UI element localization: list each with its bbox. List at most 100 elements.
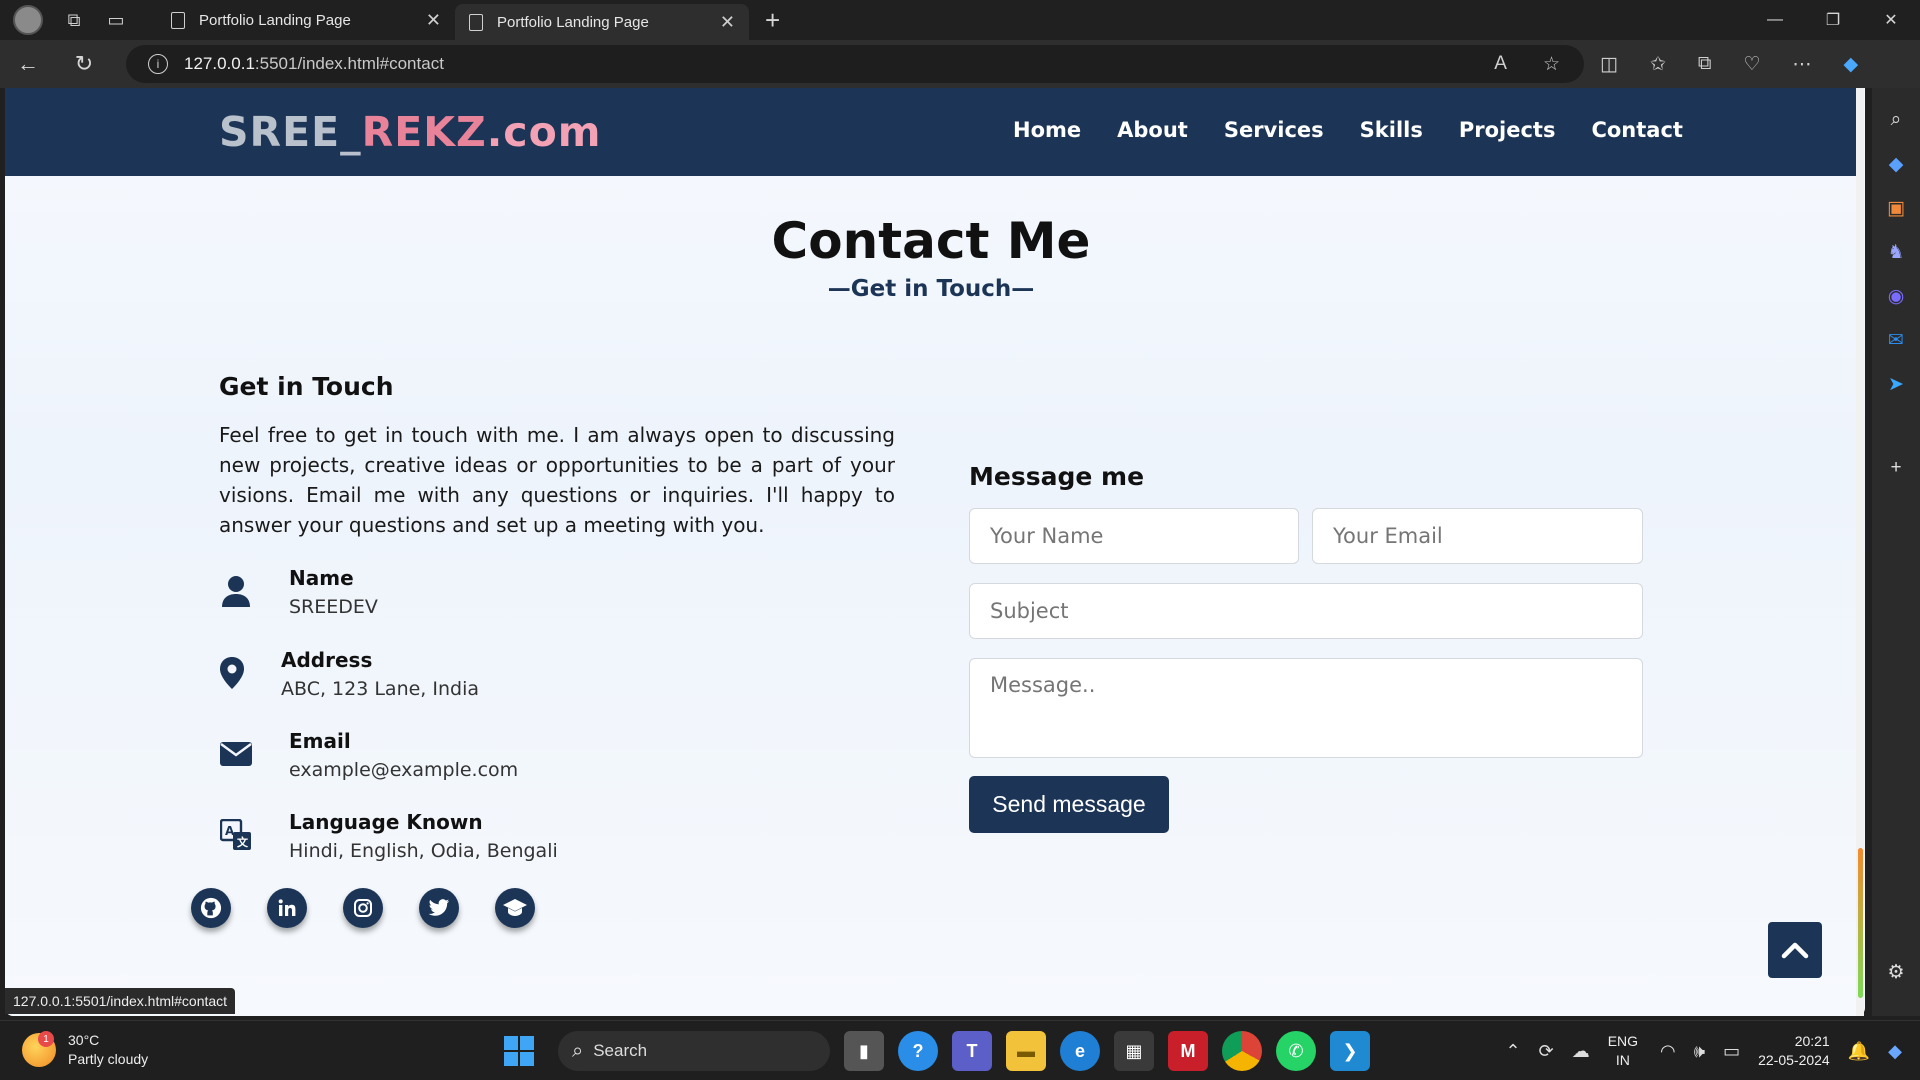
minimize-icon[interactable]: — [1746,0,1804,40]
graduation-cap-icon[interactable] [495,888,535,928]
nav-skills[interactable]: Skills [1360,118,1423,142]
tab-title: Portfolio Landing Page [497,13,649,31]
copilot-icon[interactable]: ◆ [1844,53,1859,76]
site-logo[interactable]: SREE_REKZ.com [219,108,601,156]
taskbar-search[interactable]: ⌕ Search [558,1031,830,1071]
page-icon [469,13,483,31]
new-tab-button[interactable]: + [765,5,780,36]
windows-taskbar: 1 30°C Partly cloudy ⌕ Search ▮ ? T ▬ e … [0,1020,1920,1080]
github-icon[interactable] [191,888,231,928]
url-host: 127.0.0.1 [184,54,255,73]
mcafee-icon[interactable]: M [1168,1031,1208,1071]
site-info-icon[interactable]: i [148,54,168,74]
scroll-to-top-button[interactable] [1768,922,1822,978]
partly-cloudy-icon: 1 [22,1031,56,1067]
info-label: Email [289,729,351,753]
scrollbar-thumb[interactable] [1858,848,1863,998]
info-label: Address [281,648,373,672]
contact-info-email: Email example@example.com [219,729,518,781]
add-sidebar-app-icon[interactable]: + [1884,456,1908,480]
info-label: Language Known [289,810,483,834]
weather-widget[interactable]: 1 30°C Partly cloudy [22,1031,148,1069]
onedrive-icon[interactable]: ☁ [1572,1041,1590,1062]
favorites-icon[interactable]: ✩ [1650,53,1666,76]
tab-1[interactable]: Portfolio Landing Page ✕ [157,0,455,40]
weather-temp: 30°C [68,1032,100,1048]
contact-info-address: Address ABC, 123 Lane, India [219,648,479,700]
split-screen-icon[interactable]: ◫ [1600,53,1618,76]
ms-store-icon[interactable]: ▦ [1114,1031,1154,1071]
vscode-icon[interactable]: ❯ [1330,1031,1370,1071]
tools-briefcase-icon[interactable]: ▣ [1884,196,1908,220]
more-menu-icon[interactable]: ⋯ [1793,53,1812,76]
workspaces-icon[interactable]: ⧉ [63,9,85,31]
help-app-icon[interactable]: ? [898,1031,938,1071]
search-icon[interactable]: ⌕ [1884,108,1908,132]
nav-services[interactable]: Services [1224,118,1324,142]
file-explorer-icon[interactable]: ▬ [1006,1031,1046,1071]
notification-badge: 1 [38,1031,54,1047]
read-aloud-icon[interactable]: A [1494,53,1507,76]
name-input[interactable] [969,508,1299,564]
games-icon[interactable]: ♞ [1884,240,1908,264]
message-textarea[interactable] [969,658,1643,758]
lang-line-2: IN [1615,1052,1630,1068]
twitter-icon[interactable] [419,888,459,928]
back-icon[interactable]: ← [0,51,56,77]
collections-icon[interactable]: ⧉ [1698,53,1712,75]
address-bar[interactable]: i 127.0.0.1:5501/index.html#contact A ☆ [126,45,1584,83]
chevron-up-icon[interactable]: ⌃ [1506,1041,1521,1062]
copilot-sidebar-icon[interactable]: ◉ [1884,284,1908,308]
contact-info-name: Name SREEDEV [219,566,378,618]
battery-icon[interactable]: ▭ [1723,1041,1740,1062]
volume-icon[interactable]: 🕪 [1694,1041,1705,1062]
send-icon[interactable]: ➤ [1884,372,1908,396]
site-header: SREE_REKZ.com Home About Services Skills… [5,88,1857,176]
outlook-icon[interactable]: ✉ [1884,328,1908,352]
browser-essentials-icon[interactable]: ♡ [1743,53,1760,76]
task-view-icon[interactable]: ▮ [844,1031,884,1071]
nav-about[interactable]: About [1117,118,1188,142]
edge-icon[interactable]: e [1060,1031,1100,1071]
teams-icon[interactable]: T [952,1031,992,1071]
language-icon: A文 [219,818,253,852]
tab-2-active[interactable]: Portfolio Landing Page ✕ [455,4,749,40]
notification-bell-icon[interactable]: 🔔 [1848,1041,1870,1062]
close-tab-icon[interactable]: ✕ [720,12,735,33]
user-icon [219,574,253,608]
restore-icon[interactable]: ❐ [1804,0,1862,40]
info-value: Hindi, English, Odia, Bengali [289,840,558,862]
email-input[interactable] [1312,508,1643,564]
clock[interactable]: 20:21 22-05-2024 [1758,1032,1830,1070]
favorite-star-icon[interactable]: ☆ [1543,53,1560,76]
send-message-button[interactable]: Send message [969,776,1169,833]
instagram-icon[interactable] [343,888,383,928]
subject-input[interactable] [969,583,1643,639]
tab-actions-icon[interactable]: ▭ [105,9,127,31]
section-subtitle: —Get in Touch— [827,276,1035,302]
get-in-touch-paragraph: Feel free to get in touch with me. I am … [219,423,895,537]
profile-avatar[interactable] [13,5,43,35]
sync-icon[interactable]: ⟳ [1539,1041,1554,1062]
whatsapp-icon[interactable]: ✆ [1276,1031,1316,1071]
search-label: Search [593,1041,648,1060]
input-language[interactable]: ENG IN [1608,1032,1638,1070]
chrome-icon[interactable] [1222,1031,1262,1071]
copilot-taskbar-icon[interactable]: ◆ [1888,1041,1902,1062]
info-label: Name [289,566,354,590]
chevron-up-icon [1781,942,1809,959]
info-value: ABC, 123 Lane, India [281,678,480,700]
close-tab-icon[interactable]: ✕ [426,10,441,31]
wifi-icon[interactable]: ◠ [1660,1041,1676,1062]
nav-home[interactable]: Home [1013,118,1081,142]
shopping-tag-icon[interactable]: ◆ [1884,152,1908,176]
linkedin-icon[interactable] [267,888,307,928]
reload-icon[interactable]: ↻ [56,51,112,77]
logo-part-2: REKZ [361,108,487,156]
nav-projects[interactable]: Projects [1459,118,1556,142]
windows-start-icon[interactable] [504,1036,534,1066]
nav-contact[interactable]: Contact [1591,118,1683,142]
sidebar-settings-icon[interactable]: ⚙ [1884,960,1908,984]
close-window-icon[interactable]: ✕ [1862,0,1920,40]
social-links [191,888,535,928]
